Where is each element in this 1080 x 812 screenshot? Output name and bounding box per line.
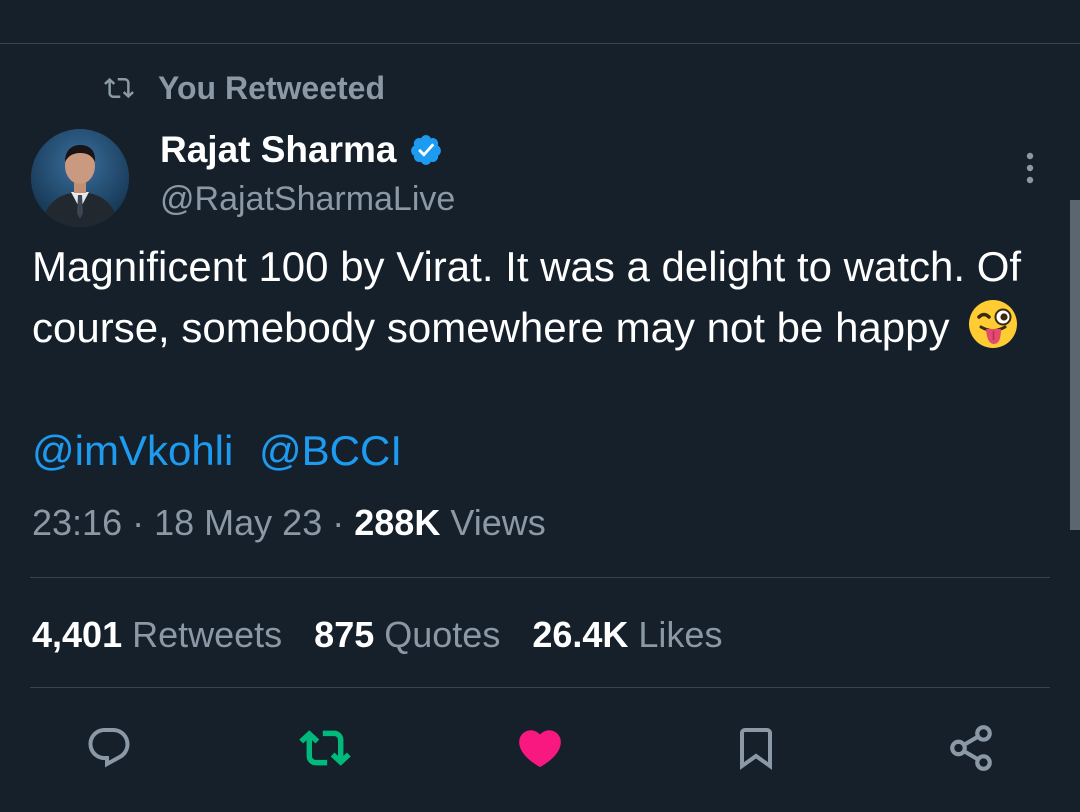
likes-label: Likes [638,614,723,655]
divider [30,687,1050,688]
share-button[interactable] [945,722,997,774]
retweet-context-icon [104,77,134,99]
views-label[interactable]: Views [450,502,545,543]
bookmark-button[interactable] [730,722,782,774]
reply-button[interactable] [83,722,135,774]
retweets-label: Retweets [132,614,283,655]
meta-separator: · [332,502,345,543]
tweet-date[interactable]: 18 May 23 [154,502,322,543]
tweet-body: Magnificent 100 by Virat. It was a delig… [32,243,1022,351]
verified-badge-icon [410,135,441,165]
tweet-detail-page: You Retweeted Rajat Sharma @RajatSharmaL… [0,0,1080,812]
action-bar [0,718,1080,778]
heart-icon [519,730,561,768]
meta-separator: · [132,502,145,543]
mention-bcci[interactable]: @BCCI [259,427,402,474]
avatar[interactable] [31,129,129,227]
tweet-meta: 23:16 · 18 May 23 · 288K Views [32,498,546,548]
name-row: Rajat Sharma [160,124,455,176]
handle[interactable]: @RajatSharmaLive [160,180,455,219]
author-info[interactable]: Rajat Sharma @RajatSharmaLive [160,124,455,219]
tweet-time[interactable]: 23:16 [32,502,122,543]
like-button[interactable] [514,722,566,774]
retweet-context[interactable]: You Retweeted [104,68,385,108]
mention-imvkohli[interactable]: @imVkohli [32,427,233,474]
winking-face-with-tongue-icon [967,298,1019,366]
avatar-image [31,129,129,227]
top-divider [0,43,1080,44]
retweet-context-label: You Retweeted [158,69,385,106]
divider [30,577,1050,578]
retweets-stat[interactable]: 4,401 Retweets [32,610,282,660]
mentions: @imVkohli @BCCI [32,420,416,481]
likes-count: 26.4K [532,614,629,655]
retweets-count: 4,401 [32,614,123,655]
tweet-text: Magnificent 100 by Virat. It was a delig… [32,236,1042,366]
scrollbar[interactable] [1070,200,1080,530]
engagement-stats: 4,401 Retweets 875 Quotes 26.4K Likes [32,610,754,660]
reply-icon [88,728,130,768]
quotes-label: Quotes [384,614,501,655]
quotes-count: 875 [314,614,375,655]
more-vertical-icon [1026,152,1034,184]
more-options-button[interactable] [1010,145,1050,191]
share-icon [950,725,992,771]
display-name[interactable]: Rajat Sharma [160,129,397,171]
retweet-icon [299,730,351,766]
quotes-stat[interactable]: 875 Quotes [314,610,500,660]
likes-stat[interactable]: 26.4K Likes [532,610,722,660]
bookmark-icon [740,728,772,770]
retweet-button[interactable] [299,722,351,774]
views-count[interactable]: 288K [354,502,440,543]
